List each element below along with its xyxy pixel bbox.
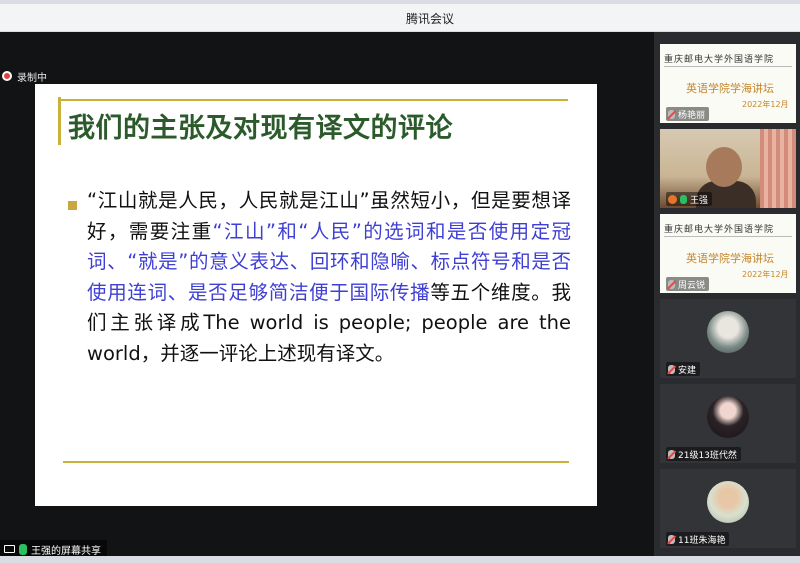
mic-on-icon — [680, 194, 687, 204]
participant-name: 11班朱海艳 — [678, 535, 726, 546]
bullet-icon — [68, 201, 77, 210]
mic-muted-icon — [668, 364, 675, 374]
participant-list: 重庆邮电大学外国语学院 英语学院学海讲坛 2022年12月 杨艳丽 王强 重庆邮… — [654, 32, 800, 556]
participant-name: 周云锐 — [678, 280, 706, 291]
mic-on-icon — [19, 543, 27, 555]
participant-tile[interactable]: 重庆邮电大学外国语学院 英语学院学海讲坛 2022年12月 杨艳丽 — [660, 44, 796, 123]
participant-tile[interactable]: 安建 — [660, 299, 796, 378]
participant-name-tag: 周云锐 — [666, 277, 710, 291]
avatar — [707, 396, 749, 438]
recording-indicator[interactable]: 录制中 — [0, 68, 47, 84]
meeting-window: 腾讯会议 录制中 我们的主张及对现有译文的评论 “江山就是人民，人民就是江山”虽… — [0, 0, 800, 563]
screen-share-icon — [4, 545, 15, 553]
mic-muted-icon — [668, 534, 675, 544]
event-date: 2022年12月 — [742, 270, 789, 279]
participant-name: 杨艳丽 — [678, 110, 706, 121]
presentation-slide: 我们的主张及对现有译文的评论 “江山就是人民，人民就是江山”虽然短小，但是要想译… — [35, 84, 597, 506]
recording-icon — [2, 71, 12, 81]
mic-muted-icon — [668, 279, 675, 289]
participant-tile[interactable]: 重庆邮电大学外国语学院 英语学院学海讲坛 2022年12月 周云锐 — [660, 214, 796, 293]
title-rule — [58, 99, 568, 101]
event-date: 2022年12月 — [742, 100, 789, 109]
avatar — [707, 311, 749, 353]
school-crest: 重庆邮电大学外国语学院 — [664, 55, 775, 65]
bottom-rule — [63, 461, 569, 463]
recording-label: 录制中 — [17, 72, 47, 84]
participant-name: 安建 — [678, 365, 697, 376]
title-accent-bar — [58, 97, 61, 145]
event-title: 英语学院学海讲坛 — [686, 252, 774, 265]
crest-divider — [664, 66, 792, 67]
background-curtain — [760, 129, 796, 208]
speaker-video — [706, 147, 742, 187]
event-title: 英语学院学海讲坛 — [686, 82, 774, 95]
app-title: 腾讯会议 — [405, 12, 454, 26]
participant-tile[interactable]: 王强 — [660, 129, 796, 208]
taskbar-bottom-remnant — [0, 556, 800, 563]
crest-divider — [664, 236, 792, 237]
participant-name-tag: 杨艳丽 — [666, 107, 710, 121]
participant-name-tag: 21级13班代然 — [666, 447, 741, 461]
mic-muted-icon — [668, 109, 675, 119]
title-bar: 腾讯会议 — [0, 4, 800, 32]
participant-name-tag: 安建 — [666, 362, 701, 376]
slide-title: 我们的主张及对现有译文的评论 — [68, 113, 453, 144]
school-crest: 重庆邮电大学外国语学院 — [664, 225, 775, 235]
participant-name-tag: 11班朱海艳 — [666, 532, 730, 546]
participant-tile[interactable]: 21级13班代然 — [660, 384, 796, 463]
participant-name: 21级13班代然 — [678, 450, 737, 461]
participant-tile[interactable]: 11班朱海艳 — [660, 469, 796, 548]
avatar — [707, 481, 749, 523]
slide-body: “江山就是人民，人民就是江山”虽然短小，但是要想译好，需要注重“江山”和“人民”… — [87, 186, 571, 369]
mic-muted-icon — [668, 449, 675, 459]
host-icon — [668, 194, 677, 204]
participant-name: 王强 — [690, 195, 709, 206]
participant-name-tag: 王强 — [666, 192, 713, 206]
screen-share-owner: 王强的屏幕共享 — [31, 545, 101, 557]
